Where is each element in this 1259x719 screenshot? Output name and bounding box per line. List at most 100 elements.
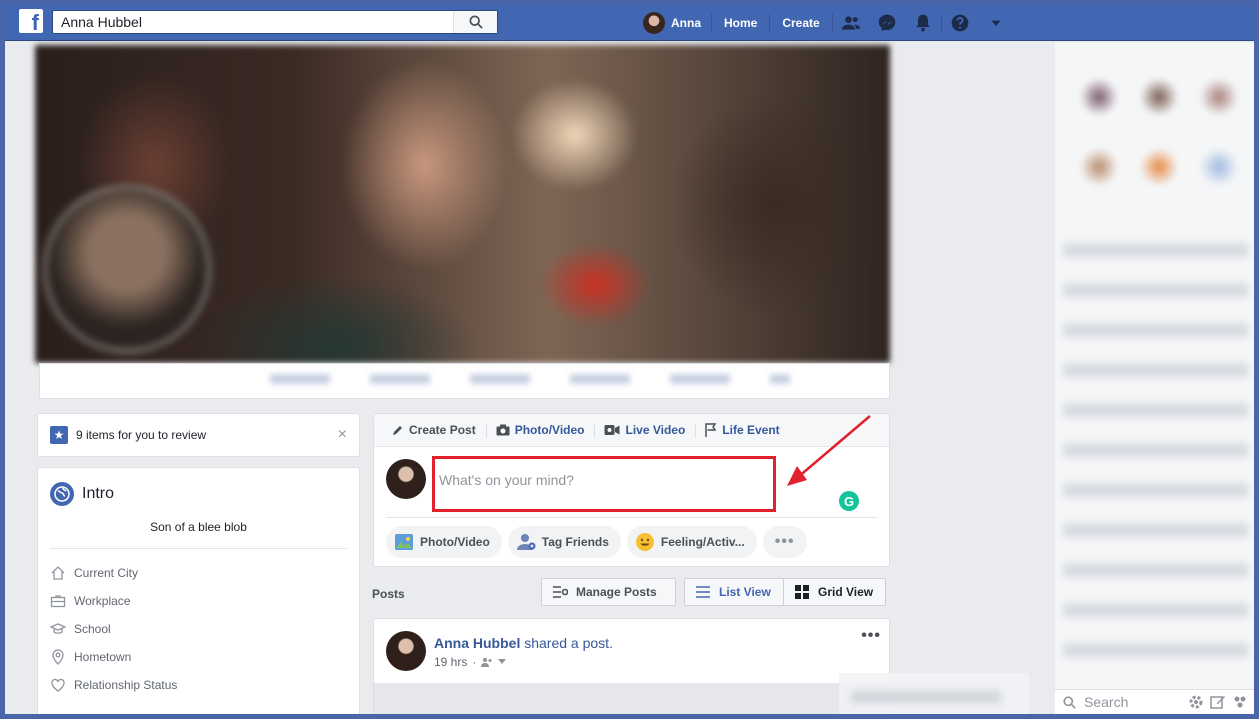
- profile-picture[interactable]: [43, 185, 211, 353]
- feed-post: Anna Hubbel shared a post. 19 hrs · •••: [373, 618, 890, 714]
- smiley-icon: [635, 533, 654, 551]
- home-link[interactable]: Home: [712, 16, 769, 30]
- intro-item-label: Current City: [74, 566, 139, 580]
- new-group-icon[interactable]: [1232, 694, 1248, 710]
- intro-item-label: Workplace: [74, 594, 131, 608]
- manage-icon: [553, 586, 568, 598]
- audience-friends-icon[interactable]: [481, 657, 493, 667]
- intro-item-hometown[interactable]: Hometown: [50, 643, 347, 671]
- home-icon: [51, 566, 65, 580]
- help-button[interactable]: [942, 5, 978, 41]
- grid-icon: [795, 585, 809, 599]
- heart-icon: [51, 678, 65, 692]
- globe-icon: [50, 482, 74, 506]
- camera-icon: [496, 424, 510, 436]
- flag-icon: [705, 423, 717, 437]
- intro-item-label: Hometown: [74, 650, 132, 664]
- photo-icon: [395, 534, 413, 550]
- search-box: [52, 10, 498, 34]
- create-link[interactable]: Create: [770, 16, 831, 30]
- friend-requests-button[interactable]: [833, 5, 869, 41]
- post-author-name[interactable]: Anna Hubbel: [434, 635, 520, 651]
- button-label: Manage Posts: [576, 585, 657, 599]
- intro-item-current-city[interactable]: Current City: [50, 559, 347, 587]
- chat-tools: [1188, 694, 1254, 710]
- search-input[interactable]: [53, 11, 453, 33]
- photo-video-button[interactable]: Photo/Video: [386, 526, 502, 558]
- intro-item-relationship-status[interactable]: Relationship Status: [50, 671, 347, 699]
- intro-card: Intro Son of a blee blob Current City Wo…: [37, 467, 360, 714]
- user-name: Anna: [671, 16, 701, 30]
- tab-label: Life Event: [722, 423, 780, 437]
- profile-link[interactable]: Anna: [641, 12, 711, 34]
- action-label: Feeling/Activ...: [660, 535, 745, 549]
- grammarly-icon[interactable]: G: [839, 491, 859, 511]
- account-menu-button[interactable]: [978, 5, 1014, 41]
- tab-label: Photo/Video: [514, 423, 585, 437]
- feeling-activity-button[interactable]: Feeling/Activ...: [626, 526, 757, 558]
- facebook-logo-icon[interactable]: f: [19, 9, 43, 33]
- close-icon[interactable]: ×: [338, 426, 347, 444]
- status-input[interactable]: [432, 456, 776, 512]
- list-view-button[interactable]: List View: [684, 578, 784, 606]
- location-pin-icon: [52, 649, 64, 665]
- action-label: Tag Friends: [541, 535, 609, 549]
- post-action[interactable]: shared a post.: [524, 635, 613, 651]
- chevron-down-icon[interactable]: [498, 659, 507, 665]
- help-icon: [951, 14, 969, 32]
- chat-tab[interactable]: [839, 673, 1029, 714]
- search-icon: [1063, 695, 1076, 709]
- review-items-notice[interactable]: ★ 9 items for you to review ×: [37, 413, 360, 457]
- top-navigation-bar: f Anna Home Create: [5, 5, 1254, 41]
- intro-title: Intro: [82, 485, 115, 502]
- annotation-arrow-icon: [787, 415, 871, 486]
- posts-section-title: Posts: [372, 587, 405, 601]
- avatar: [386, 459, 426, 499]
- contacts-sidebar: [1055, 43, 1254, 693]
- intro-item-label: Relationship Status: [74, 678, 178, 692]
- notifications-icon: [916, 14, 930, 32]
- post-options-button[interactable]: •••: [861, 627, 881, 645]
- tab-create-post[interactable]: Create Post: [382, 414, 486, 447]
- tab-photo-video[interactable]: Photo/Video: [485, 414, 595, 447]
- review-text: 9 items for you to review: [76, 428, 207, 442]
- post-meta: 19 hrs ·: [434, 655, 507, 669]
- gear-icon[interactable]: [1188, 694, 1204, 710]
- intro-item-school[interactable]: School: [50, 615, 347, 643]
- search-icon: [468, 15, 483, 29]
- messenger-icon: [878, 14, 896, 32]
- chat-search-bar[interactable]: Search: [1055, 689, 1254, 714]
- list-icon: [696, 586, 710, 598]
- messenger-button[interactable]: [869, 5, 905, 41]
- profile-bio[interactable]: Son of a blee blob: [50, 520, 347, 549]
- tab-label: Create Post: [409, 423, 476, 437]
- button-label: List View: [719, 585, 771, 599]
- avatar[interactable]: [386, 631, 426, 671]
- briefcase-icon: [50, 595, 66, 608]
- tab-live-video[interactable]: Live Video: [594, 414, 695, 447]
- notifications-button[interactable]: [905, 5, 941, 41]
- friends-icon: [841, 16, 860, 30]
- star-icon: ★: [50, 426, 68, 444]
- contacts-list: [1063, 243, 1248, 683]
- tag-friends-button[interactable]: Tag Friends: [507, 526, 621, 558]
- chat-search-placeholder: Search: [1084, 694, 1129, 710]
- grid-view-button[interactable]: Grid View: [783, 578, 886, 606]
- search-button[interactable]: [453, 11, 497, 33]
- intro-header: Intro: [38, 468, 359, 506]
- intro-details-list: Current City Workplace School Hometown R…: [38, 549, 359, 699]
- stories-avatars: [1069, 67, 1244, 217]
- post-shared-content[interactable]: [374, 683, 889, 714]
- manage-posts-button[interactable]: Manage Posts: [541, 578, 676, 606]
- post-header: Anna Hubbel shared a post.: [434, 635, 613, 651]
- pencil-icon: [393, 426, 402, 435]
- dropdown-icon: [991, 20, 1001, 26]
- composer-actions: Photo/Video Tag Friends Feeling/Activ...…: [386, 517, 877, 558]
- avatar: [643, 12, 665, 34]
- compose-icon[interactable]: [1210, 694, 1226, 710]
- dot-separator: ·: [472, 655, 477, 669]
- intro-item-workplace[interactable]: Workplace: [50, 587, 347, 615]
- more-options-button[interactable]: •••: [762, 526, 807, 558]
- tab-label: Live Video: [625, 423, 686, 437]
- post-time[interactable]: 19 hrs: [434, 655, 467, 669]
